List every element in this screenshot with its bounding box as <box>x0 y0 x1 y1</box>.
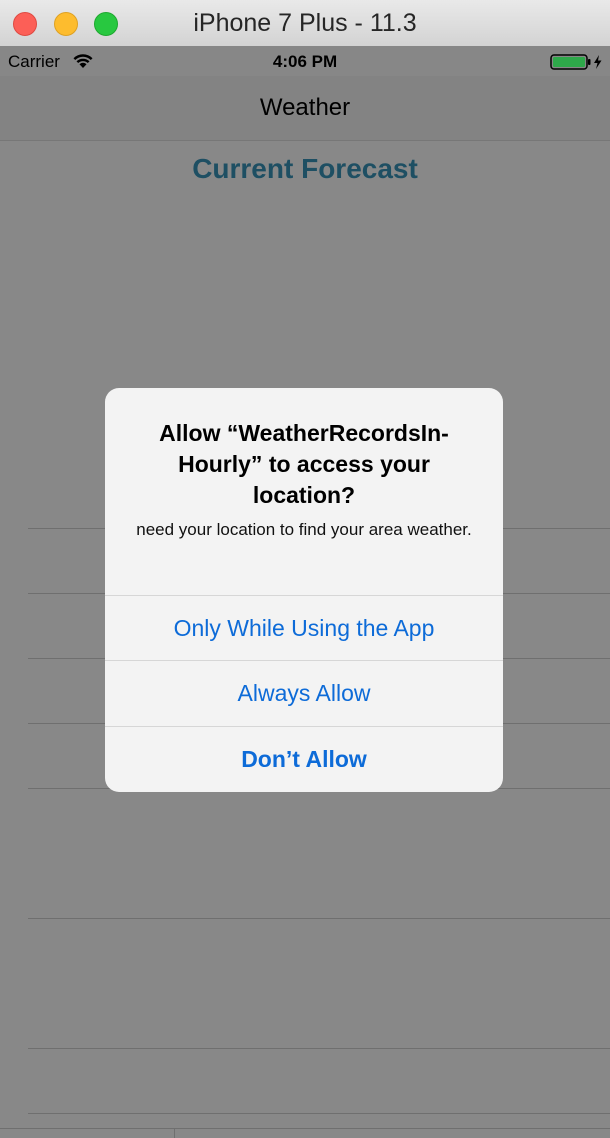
bottom-tick <box>174 1128 175 1138</box>
battery-charging-icon <box>550 54 604 75</box>
nav-title: Weather <box>259 94 351 121</box>
dont-allow-button[interactable]: Don’t Allow <box>105 726 503 792</box>
status-bar: Carrier 4:06 PM <box>0 46 610 76</box>
table-separator <box>28 1113 610 1114</box>
window-title: iPhone 7 Plus - 11.3 <box>193 9 417 37</box>
status-time: 4:06 PM <box>272 52 338 71</box>
window-titlebar[interactable]: iPhone 7 Plus - 11.3 <box>0 0 610 47</box>
navigation-bar: Weather <box>0 76 610 141</box>
alert-title: Allow “WeatherRecordsIn-Hourly” to acces… <box>159 420 449 508</box>
bottom-edge-line <box>0 1128 610 1129</box>
table-separator <box>28 918 610 919</box>
only-while-using-button[interactable]: Only While Using the App <box>105 595 503 661</box>
always-allow-button[interactable]: Always Allow <box>105 660 503 726</box>
table-separator <box>28 1048 610 1049</box>
location-permission-alert: Allow “WeatherRecordsIn-Hourly” to acces… <box>105 388 503 792</box>
current-forecast-heading: Current Forecast <box>192 153 418 184</box>
simulator-window: iPhone 7 Plus - 11.3 Carrier 4:06 PM Wea… <box>0 0 610 1138</box>
alert-message: need your location to find your area wea… <box>136 520 472 539</box>
